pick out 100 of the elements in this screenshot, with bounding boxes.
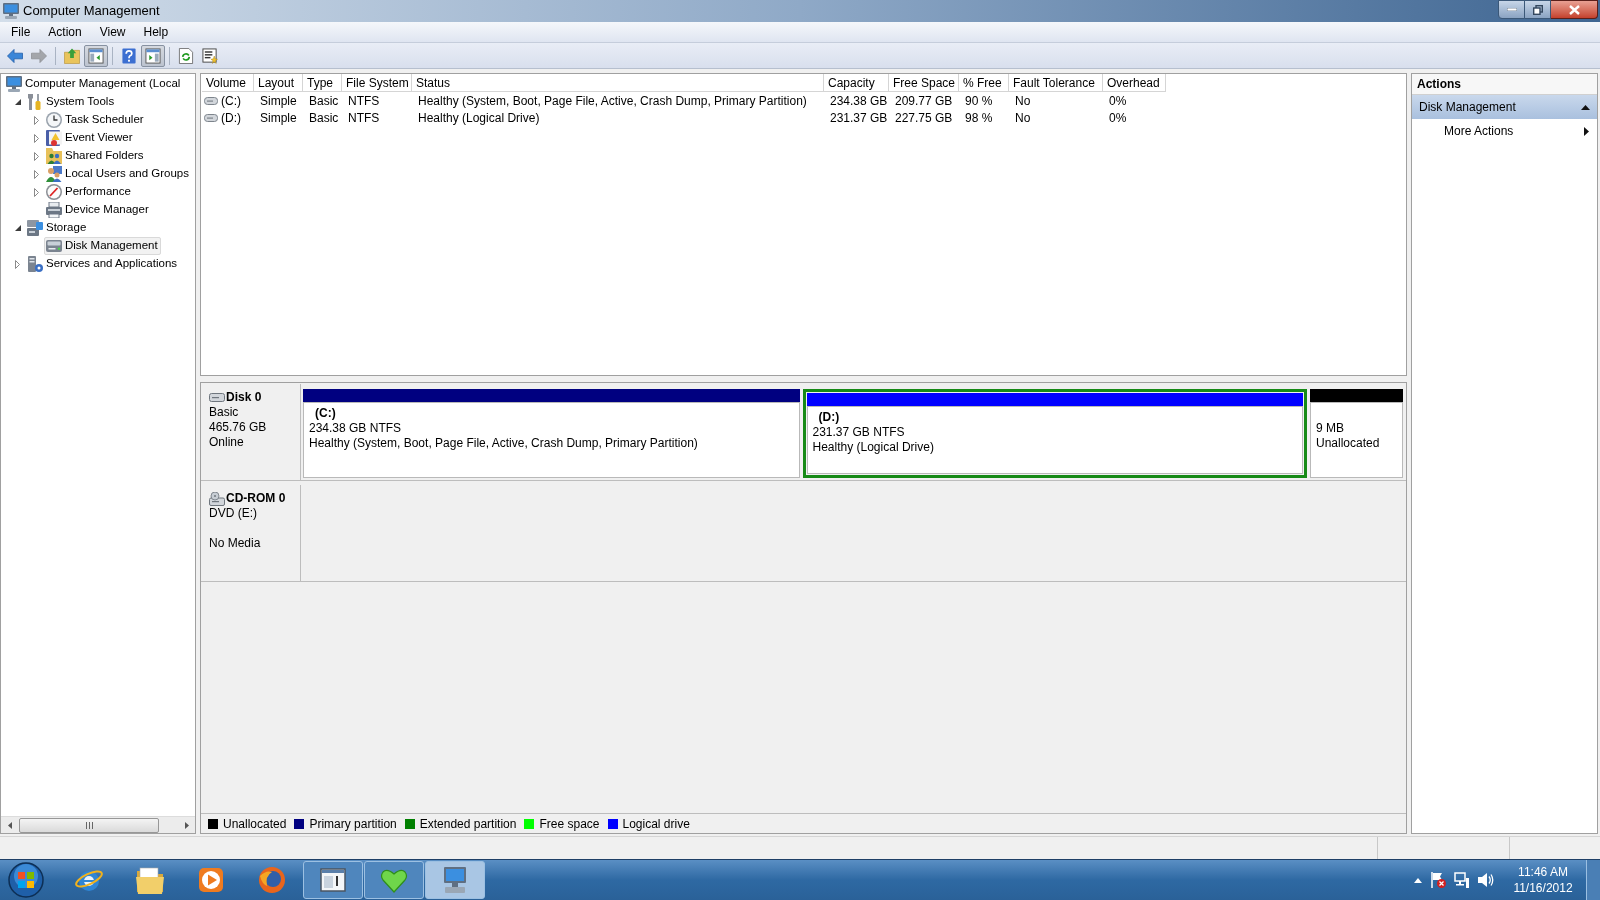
table-cell-text: 90 % — [964, 92, 994, 109]
window-title: Computer Management — [23, 2, 160, 21]
menu-item[interactable]: View — [90, 22, 135, 42]
table-cell-text: 234.38 GB — [829, 92, 889, 109]
table-cell-text: Healthy (Logical Drive) — [417, 109, 541, 126]
disk-name: Disk 0 — [226, 390, 262, 405]
submenu-arrow-icon — [1584, 126, 1589, 136]
collapsed-triangle-icon[interactable] — [34, 115, 39, 125]
action-item[interactable]: More Actions — [1412, 119, 1597, 143]
taskbar-button[interactable] — [303, 861, 363, 899]
right-caret-icon — [184, 821, 189, 829]
scrollbar-thumb[interactable] — [19, 817, 159, 833]
computer-icon — [3, 3, 19, 19]
collapsed-triangle-icon[interactable] — [34, 187, 39, 197]
disk-type: Basic — [209, 405, 240, 420]
partition-label: (D:) — [818, 410, 840, 424]
tree-item[interactable]: Shared Folders — [44, 147, 147, 165]
partition-status: Healthy (Logical Drive) — [812, 440, 934, 454]
partition-status: Unallocated — [1316, 436, 1380, 450]
menu-item[interactable]: Help — [134, 22, 178, 42]
table-cell-text: 227.75 GB — [894, 109, 954, 126]
printer-icon — [46, 202, 62, 218]
menu-item[interactable]: File — [2, 22, 40, 42]
tree-item[interactable]: Task Scheduler — [44, 111, 147, 129]
column-header[interactable]: Type — [303, 74, 342, 92]
table-cell-text: NTFS — [347, 109, 381, 126]
table-cell-text: 209.77 GB — [894, 92, 954, 109]
computer-icon — [6, 76, 22, 92]
expanded-triangle-icon[interactable] — [14, 225, 21, 231]
horizontal-scrollbar[interactable] — [1, 816, 195, 833]
table-cell-text: Simple — [259, 92, 298, 109]
disk-status: Online — [209, 435, 245, 450]
partition[interactable]: (D:) 231.37 GB NTFS Healthy (Logical Drive) — [802, 389, 1307, 478]
partition-size: 9 MB — [1316, 421, 1344, 435]
taskbar-button[interactable] — [425, 861, 485, 899]
users-icon — [46, 166, 62, 182]
menu-item[interactable]: Action — [39, 22, 91, 42]
tree-item[interactable]: Device Manager — [44, 201, 152, 219]
restore-button[interactable] — [1525, 0, 1551, 19]
legend-label: Primary partition — [309, 815, 397, 833]
log-book-icon — [46, 130, 62, 146]
orb-flag-icon — [8, 862, 44, 898]
table-cell-text: (D:) — [221, 109, 241, 127]
tree-item[interactable]: Computer Management (Local — [4, 75, 184, 93]
tree-item[interactable]: Event Viewer — [44, 129, 136, 147]
flag-x-icon[interactable] — [1430, 872, 1446, 888]
restore-icon — [1532, 4, 1543, 15]
disk-info-panel[interactable]: CD-ROM 0 DVD (E:) No Media — [201, 485, 301, 581]
tree-item[interactable]: System Tools — [25, 93, 118, 111]
partition-size: 231.37 GB NTFS — [812, 425, 905, 439]
legend-label: Unallocated — [223, 815, 287, 833]
up-caret-icon[interactable] — [1414, 877, 1422, 883]
table-cell-text: Simple — [259, 109, 298, 126]
window-icon — [319, 866, 347, 894]
tree-item[interactable]: Performance — [44, 183, 134, 201]
legend-label: Logical drive — [622, 815, 690, 833]
optical-drive-icon — [209, 491, 225, 506]
collapsed-triangle-icon[interactable] — [34, 151, 39, 161]
disk-drive-icon — [46, 238, 62, 254]
computer-icon — [441, 866, 469, 894]
column-header[interactable]: % Free — [959, 74, 1009, 92]
network-icon[interactable] — [1454, 872, 1470, 888]
clock-icon — [46, 112, 62, 128]
table-cell-text: 98 % — [964, 109, 994, 126]
left-caret-icon — [7, 821, 12, 829]
clock-button[interactable]: 11:46 AM 11/16/2012 — [1506, 861, 1580, 899]
drive-icon — [209, 393, 225, 402]
tree-item[interactable]: Disk Management — [44, 237, 161, 255]
partition-size: 234.38 GB NTFS — [309, 421, 402, 435]
speaker-icon[interactable] — [1478, 872, 1494, 888]
grip-icon — [85, 821, 93, 829]
disk-type: DVD (E:) — [209, 506, 258, 521]
disk-info-panel[interactable]: Disk 0 Basic 465.76 GB Online — [201, 384, 301, 480]
expanded-triangle-icon[interactable] — [14, 99, 21, 105]
column-header[interactable]: Fault Tolerance — [1009, 74, 1103, 92]
column-header[interactable]: Overhead — [1103, 74, 1166, 92]
collapsed-triangle-icon[interactable] — [34, 169, 39, 179]
minimize-icon — [1506, 8, 1517, 11]
drive-icon — [204, 96, 218, 105]
close-icon — [1568, 4, 1580, 15]
close-button[interactable] — [1551, 0, 1598, 19]
column-header[interactable]: Layout — [254, 74, 303, 92]
column-header[interactable]: File System — [342, 74, 412, 92]
collapsed-triangle-icon[interactable] — [34, 133, 39, 143]
column-header[interactable]: Volume — [202, 74, 254, 92]
table-cell-text: Healthy (System, Boot, Page File, Active, Crash Dump, Primary Partition) — [417, 92, 808, 109]
table-cell-text: No — [1014, 109, 1032, 126]
column-header[interactable]: Status — [412, 74, 824, 92]
show-desktop-button[interactable] — [1586, 860, 1600, 900]
tree-item[interactable]: Local Users and Groups — [44, 165, 192, 183]
collapsed-triangle-icon[interactable] — [15, 259, 20, 269]
tree-item[interactable]: Services and Applications — [25, 255, 181, 273]
storage-icon — [27, 220, 43, 236]
minimize-button[interactable] — [1498, 0, 1525, 19]
table-cell-text: 0% — [1108, 92, 1128, 109]
column-header[interactable]: Free Space — [889, 74, 959, 92]
section-header[interactable]: Disk Management — [1412, 95, 1597, 119]
shared-folder-icon — [46, 148, 62, 164]
tree-item[interactable]: Storage — [25, 219, 90, 237]
column-header[interactable]: Capacity — [824, 74, 889, 92]
